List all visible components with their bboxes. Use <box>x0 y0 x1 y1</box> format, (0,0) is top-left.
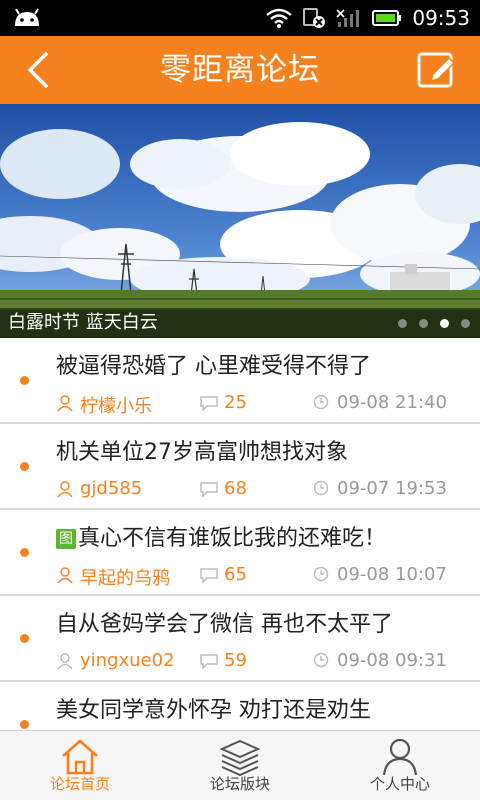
post-meta: 柠檬小乐 25 09-08 21:40 <box>56 392 456 417</box>
post-date: 09-08 10:07 <box>337 564 447 585</box>
post-title: 美女同学意外怀孕 劝打还是劝生 <box>56 698 371 723</box>
post-author[interactable]: gjd585 <box>80 478 142 499</box>
sim-blocked-icon <box>303 8 326 28</box>
status-time: 09:53 <box>412 6 470 30</box>
wifi-icon <box>266 8 293 28</box>
nav-label: 论坛版块 <box>209 775 270 793</box>
post-title: 图真心不信有谁饭比我的还难吃！ <box>56 520 386 552</box>
comment-count: 25 <box>224 392 247 413</box>
user-icon <box>57 653 73 670</box>
post-date: 09-08 09:31 <box>337 650 447 671</box>
bullet-dot <box>20 376 29 385</box>
post-date: 09-07 19:53 <box>337 478 447 499</box>
nav-label: 个人中心 <box>369 775 430 793</box>
nav-forum-home[interactable]: 论坛首页 <box>0 731 160 800</box>
nav-forum-boards[interactable]: 论坛版块 <box>160 731 320 800</box>
nav-label: 论坛首页 <box>49 775 110 793</box>
comment-icon <box>200 482 218 497</box>
banner-carousel[interactable]: 白露时节 蓝天白云 <box>0 104 480 338</box>
person-icon <box>382 738 418 776</box>
nav-personal-center[interactable]: 个人中心 <box>320 731 480 800</box>
user-icon <box>57 395 73 412</box>
post-author[interactable]: 早起的乌鸦 <box>80 564 170 590</box>
comment-count: 65 <box>224 564 247 585</box>
bullet-dot <box>20 720 29 729</box>
user-icon <box>57 567 73 584</box>
bullet-dot <box>20 548 29 557</box>
comment-count: 59 <box>224 650 247 671</box>
comment-count: 68 <box>224 478 247 499</box>
carousel-dot[interactable] <box>398 319 407 328</box>
comment-icon <box>200 396 218 411</box>
home-icon <box>62 739 98 775</box>
post-item[interactable]: 自从爸妈学会了微信 再也不太平了 yingxue02 59 09-08 09:3… <box>0 596 480 682</box>
post-list: 被逼得恐婚了 心里难受得不得了 柠檬小乐 25 09-08 21:40 机关单位… <box>0 338 480 768</box>
bullet-dot <box>20 462 29 471</box>
page-title: 零距离论坛 <box>160 52 320 88</box>
layers-icon <box>219 739 261 777</box>
post-meta: yingxue02 59 09-08 09:31 <box>56 650 456 672</box>
battery-icon <box>372 10 402 26</box>
signal-icon <box>336 9 360 27</box>
bottom-navigation: 论坛首页 论坛版块 个人中心 <box>0 730 480 800</box>
carousel-dot-active[interactable] <box>440 319 449 328</box>
post-date: 09-08 21:40 <box>337 392 447 413</box>
clock-icon <box>313 652 329 668</box>
screen: 09:53 零距离论坛 白露时节 蓝天白云 被逼得恐婚了 心里难受得不得了 柠檬… <box>0 0 480 800</box>
post-title: 被逼得恐婚了 心里难受得不得了 <box>56 354 371 379</box>
top-app-bar: 零距离论坛 <box>0 36 480 104</box>
carousel-dot[interactable] <box>461 319 470 328</box>
post-author[interactable]: 柠檬小乐 <box>80 392 152 418</box>
post-meta: gjd585 68 09-07 19:53 <box>56 478 456 500</box>
user-icon <box>57 481 73 498</box>
clock-icon <box>313 480 329 496</box>
bullet-dot <box>20 634 29 643</box>
clock-icon <box>313 394 329 410</box>
banner-caption: 白露时节 蓝天白云 <box>8 312 158 333</box>
comment-icon <box>200 568 218 583</box>
android-icon <box>15 8 39 26</box>
compose-post-icon[interactable] <box>416 49 458 91</box>
post-author[interactable]: yingxue02 <box>80 650 175 671</box>
carousel-dot[interactable] <box>419 319 428 328</box>
post-item[interactable]: 图真心不信有谁饭比我的还难吃！ 早起的乌鸦 65 09-08 10:07 <box>0 510 480 596</box>
comment-icon <box>200 654 218 669</box>
image-tag-icon: 图 <box>56 529 76 549</box>
post-title: 机关单位27岁高富帅想找对象 <box>56 440 348 465</box>
carousel-indicator <box>398 319 470 328</box>
post-item[interactable]: 被逼得恐婚了 心里难受得不得了 柠檬小乐 25 09-08 21:40 <box>0 338 480 424</box>
post-title-text: 真心不信有谁饭比我的还难吃！ <box>78 526 387 551</box>
banner-image <box>0 104 480 338</box>
post-item[interactable]: 机关单位27岁高富帅想找对象 gjd585 68 09-07 19:53 <box>0 424 480 510</box>
post-meta: 早起的乌鸦 65 09-08 10:07 <box>56 564 456 589</box>
status-bar: 09:53 <box>0 0 480 36</box>
post-title: 自从爸妈学会了微信 再也不太平了 <box>56 612 393 637</box>
clock-icon <box>313 566 329 582</box>
